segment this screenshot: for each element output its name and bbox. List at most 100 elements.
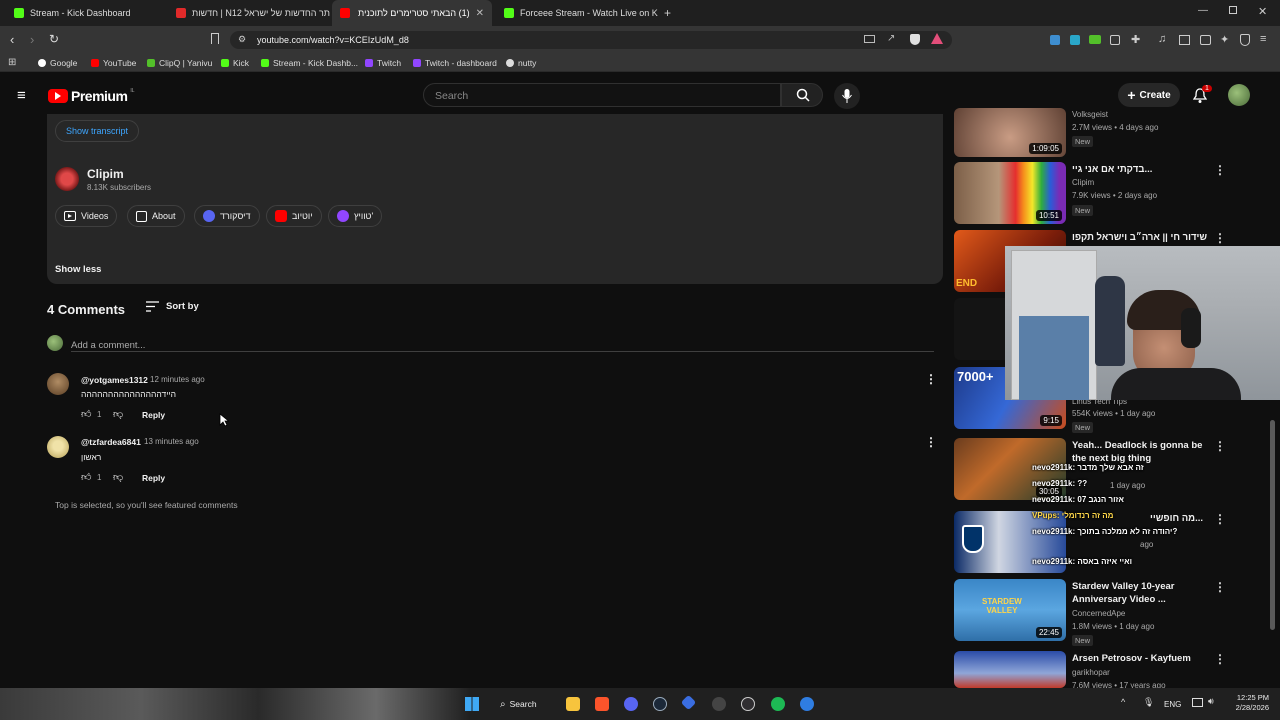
app-icon[interactable] — [800, 697, 814, 711]
bookmark-twitch[interactable]: Twitch — [365, 56, 401, 70]
comment-author[interactable]: @tzfardea6841 — [81, 437, 141, 447]
reply-button[interactable]: Reply — [142, 410, 165, 420]
tab-n12[interactable]: חדשות | N12 אתר החדשות של ישראל — [168, 0, 330, 26]
dislike-icon[interactable]: 👎︎ — [113, 471, 123, 483]
forward-icon[interactable]: › — [30, 32, 34, 47]
menu-icon[interactable]: ≡ — [1260, 33, 1266, 45]
reload-icon[interactable]: ↻ — [49, 32, 59, 46]
video-menu-icon[interactable]: ⋮ — [1214, 512, 1226, 526]
video-title[interactable]: בדקתי אם אני גיי... — [1072, 163, 1207, 176]
extension-icon[interactable] — [1110, 35, 1120, 45]
steam-icon[interactable] — [653, 697, 667, 711]
apps-icon[interactable]: ⊞ — [8, 57, 16, 68]
extension-icon[interactable] — [1089, 35, 1101, 44]
app-icon[interactable] — [712, 697, 726, 711]
search-button[interactable] — [781, 83, 823, 107]
create-button[interactable]: + Create — [1118, 83, 1180, 107]
close-icon[interactable]: ✕ — [476, 8, 484, 19]
search-input[interactable]: Search — [423, 83, 781, 107]
like-icon[interactable]: 👍︎ — [81, 471, 91, 483]
commenter-avatar[interactable] — [47, 436, 69, 458]
window-close-icon[interactable]: ✕ — [1258, 5, 1267, 18]
like-icon[interactable]: 👍︎ — [81, 408, 91, 420]
comment-time[interactable]: 12 minutes ago — [150, 375, 205, 384]
dislike-icon[interactable]: 👎︎ — [113, 408, 123, 420]
tab-youtube-active[interactable]: (1) הבאתי סטרימרים לתוכנית הג' ✕ — [332, 0, 492, 26]
notifications-button[interactable]: 1 — [1192, 85, 1212, 104]
file-explorer-icon[interactable] — [566, 697, 580, 711]
video-thumbnail[interactable] — [954, 651, 1066, 688]
bookmark-icon[interactable] — [211, 33, 219, 44]
vpn-icon[interactable] — [1240, 34, 1250, 46]
tray-chevron-icon[interactable]: ^ — [1121, 697, 1125, 707]
voice-search-button[interactable] — [834, 83, 860, 109]
sidebar-icon[interactable] — [1179, 35, 1190, 45]
network-icon[interactable] — [1192, 698, 1203, 707]
video-menu-icon[interactable]: ⋮ — [1214, 231, 1226, 245]
channel-avatar[interactable] — [55, 167, 79, 191]
video-thumbnail[interactable]: 1:09:05 — [954, 108, 1066, 157]
youtube-link-button[interactable]: יוטיוב — [266, 205, 322, 227]
extension-icon[interactable] — [1070, 35, 1080, 45]
video-menu-icon[interactable]: ⋮ — [1214, 439, 1226, 453]
obs-icon[interactable] — [741, 697, 755, 711]
spotify-icon[interactable] — [771, 697, 785, 711]
tab-kick-dashboard[interactable]: Stream - Kick Dashboard — [6, 0, 166, 26]
language-indicator[interactable]: ENG — [1164, 700, 1181, 709]
site-info-icon[interactable]: ⚙ — [238, 34, 246, 45]
video-menu-icon[interactable]: ⋮ — [1214, 580, 1226, 594]
volume-icon[interactable]: 🔊︎ — [1208, 696, 1214, 707]
leo-ai-icon[interactable]: ✦ — [1220, 33, 1229, 46]
bookmark-youtube[interactable]: YouTube — [91, 56, 136, 70]
brave-shield-icon[interactable] — [910, 34, 920, 45]
hamburger-menu-icon[interactable]: ≡ — [17, 87, 26, 104]
cast-icon[interactable] — [864, 35, 875, 43]
back-icon[interactable]: ‹ — [10, 32, 14, 47]
bookmark-kick[interactable]: Kick — [221, 56, 249, 70]
show-less-button[interactable]: Show less — [55, 264, 101, 275]
taskbar-search[interactable]: ⌕ Search — [500, 695, 537, 713]
bookmark-twitch-dashboard[interactable]: Twitch - dashboard — [413, 56, 497, 70]
puzzle-icon[interactable]: ✚ — [1131, 33, 1140, 46]
twitch-link-button[interactable]: טוויץ' — [328, 205, 383, 227]
reply-button[interactable]: Reply — [142, 473, 165, 483]
video-title[interactable]: Stardew Valley 10-year Anniversary Video… — [1072, 580, 1207, 606]
discord-icon[interactable] — [624, 697, 638, 711]
video-channel[interactable]: Volksgeist — [1072, 110, 1108, 119]
video-menu-icon[interactable]: ⋮ — [1214, 163, 1226, 177]
sort-by-button[interactable]: Sort by — [146, 301, 199, 312]
video-channel[interactable]: garikhopar — [1072, 668, 1110, 677]
video-channel[interactable]: ConcernedApe — [1072, 609, 1125, 618]
tab-forceee[interactable]: Forceee Stream - Watch Live on Kick — [496, 0, 658, 26]
brave-rewards-icon[interactable] — [931, 33, 943, 44]
youtube-logo[interactable]: Premium IL — [48, 88, 135, 104]
channel-name[interactable]: Clipim — [87, 167, 124, 181]
wallet-icon[interactable] — [1200, 35, 1211, 45]
show-transcript-button[interactable]: Show transcript — [55, 120, 140, 142]
comment-author[interactable]: @yotgames1312 — [81, 375, 148, 385]
add-comment-input[interactable]: Add a comment... — [71, 335, 934, 352]
extension-icon[interactable] — [1050, 35, 1060, 45]
url-bar[interactable]: ⚙ youtube.com/watch?v=KCEIzUdM_d8 ↗ — [230, 31, 952, 49]
video-title[interactable]: Arsen Petrosov - Kayfuem — [1072, 652, 1207, 665]
sidebar-scrollbar[interactable] — [1270, 420, 1275, 630]
video-menu-icon[interactable]: ⋮ — [1214, 652, 1226, 666]
new-tab-icon[interactable]: + — [664, 6, 671, 20]
bookmark-kick-dashboard[interactable]: Stream - Kick Dashb... — [261, 56, 358, 70]
video-title[interactable]: מה חופשיי... — [1150, 512, 1210, 525]
videos-button[interactable]: Videos — [55, 205, 118, 227]
minimize-icon[interactable]: — — [1198, 5, 1208, 16]
comment-time[interactable]: 13 minutes ago — [144, 437, 199, 446]
about-button[interactable]: About — [127, 205, 185, 227]
bookmark-google[interactable]: Google — [38, 56, 77, 70]
media-icon[interactable]: ♫ — [1158, 33, 1166, 45]
commenter-avatar[interactable] — [47, 373, 69, 395]
comment-menu-icon[interactable]: ⋮ — [925, 435, 937, 449]
video-thumbnail[interactable]: STARDEW VALLEY 22:45 — [954, 579, 1066, 641]
bookmark-nutty[interactable]: nutty — [506, 56, 536, 70]
windows-start-icon[interactable] — [465, 697, 479, 711]
discord-link-button[interactable]: דיסקורד — [194, 205, 260, 227]
maximize-icon[interactable] — [1229, 6, 1237, 14]
video-channel[interactable]: Clipim — [1072, 178, 1094, 187]
tray-mic-icon[interactable]: 🎙︎ — [1143, 697, 1154, 708]
